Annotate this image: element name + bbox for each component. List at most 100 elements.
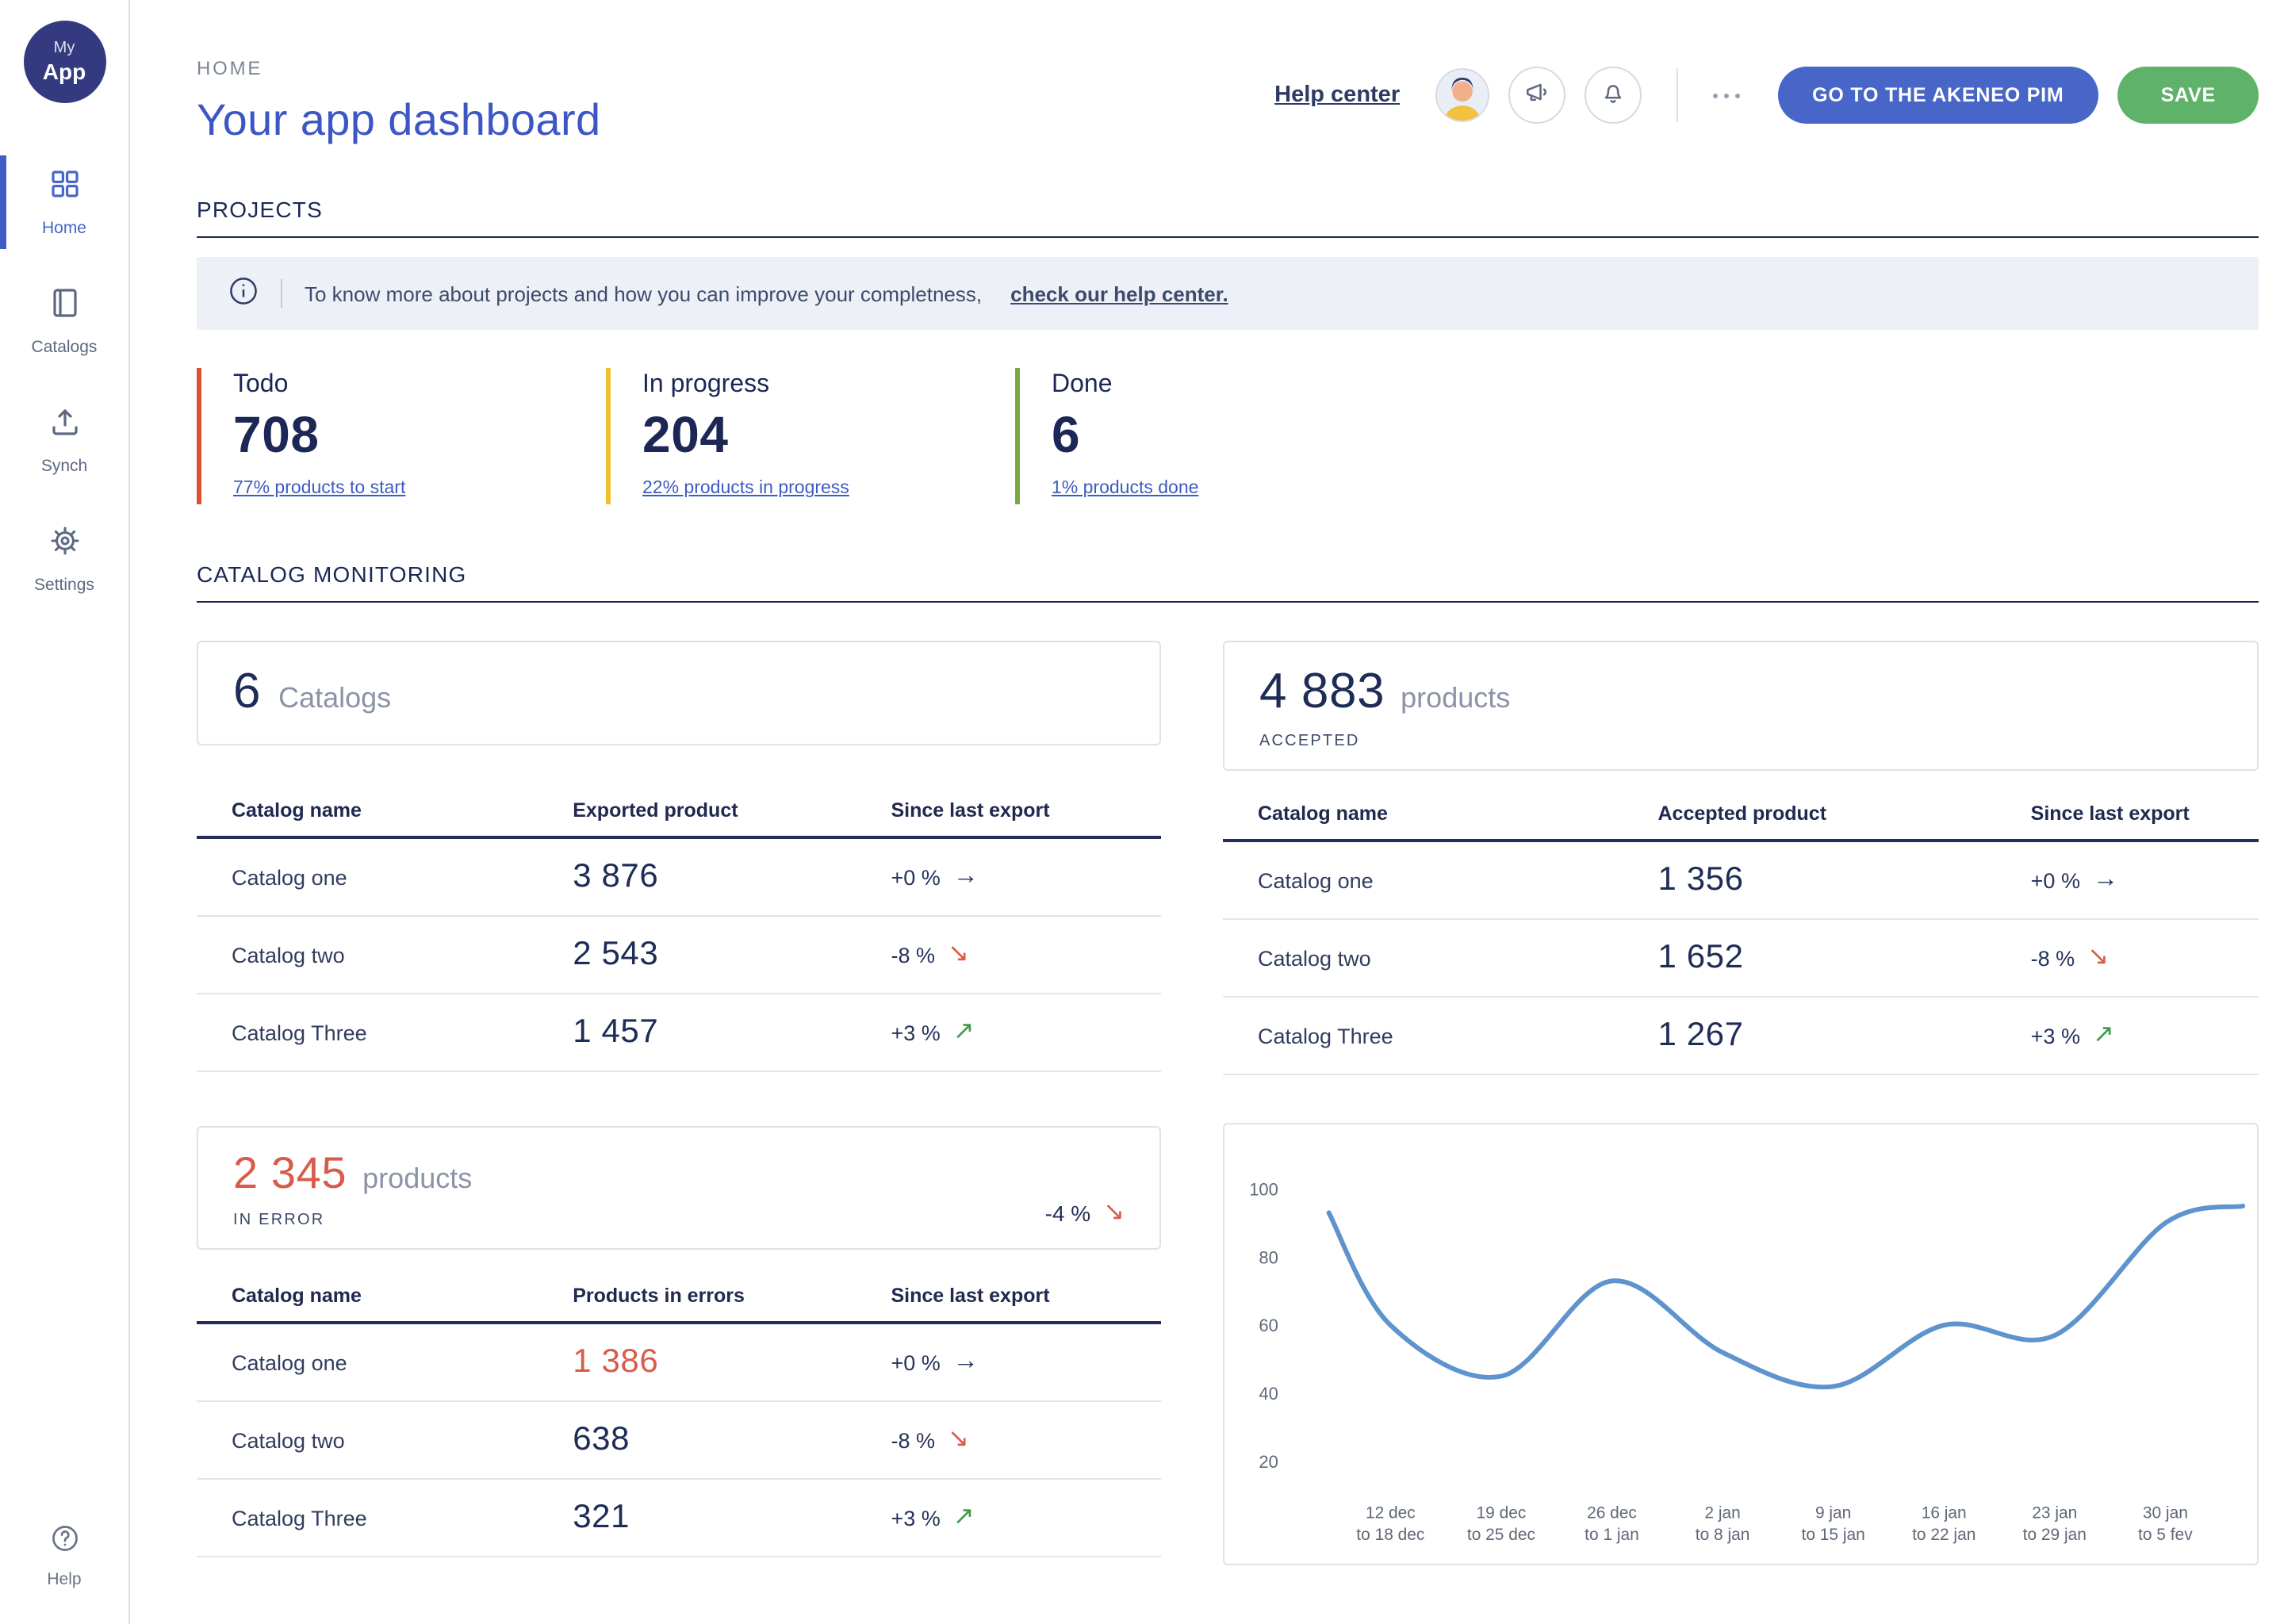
bell-icon (1598, 77, 1627, 113)
stat-value: 6 (1052, 406, 1424, 465)
announcements-button[interactable] (1508, 67, 1565, 124)
table-row: Catalog Three 321 +3 %↗ (197, 1480, 1161, 1557)
catalog-monitoring-section: CATALOG MONITORING 6 Catalogs Catalog na… (197, 561, 2259, 1565)
sidebar-item-synch[interactable]: Synch (0, 389, 128, 492)
trend-cell: -8 %↘ (891, 942, 1160, 967)
table-header-row: Catalog name Accepted product Since last… (1223, 790, 2259, 842)
product-count-cell: 3 876 (573, 858, 891, 896)
book-icon (47, 285, 82, 328)
error-products-card: 2 345 products IN ERROR -4 % ↘ (197, 1126, 1161, 1250)
exported-products-table: Catalog name Exported product Since last… (197, 787, 1161, 1072)
accepted-card-sublabel: ACCEPTED (1259, 733, 2222, 750)
accepted-products-table: Catalog name Accepted product Since last… (1223, 790, 2259, 1075)
catalog-name-cell: Catalog two (197, 1428, 573, 1452)
table-row: Catalog one 1 356 +0 %→ (1223, 842, 2259, 920)
save-button[interactable]: SAVE (2118, 67, 2259, 124)
products-chart-card: 2040608010012 decto 18 dec19 decto 25 de… (1223, 1123, 2259, 1565)
sidebar: My App Home Catalogs Synch (0, 0, 130, 1624)
sidebar-nav: Home Catalogs Synch Settings (0, 151, 128, 611)
trend-cell: +0 %→ (2031, 868, 2259, 893)
catalog-name-cell: Catalog one (197, 865, 573, 889)
product-count-cell: 1 356 (1658, 861, 2031, 899)
stat-value: 204 (642, 406, 1015, 465)
help-center-link[interactable]: Help center (1274, 82, 1400, 108)
stat-in-progress: In progress 204 22% products in progress (606, 368, 1015, 504)
sidebar-item-settings[interactable]: Settings (0, 508, 128, 611)
header-controls: Help center (1274, 67, 2259, 124)
breadcrumb: HOME (197, 57, 601, 79)
catalog-name-cell: Catalog one (197, 1350, 573, 1374)
banner-text: To know more about projects and how you … (305, 282, 982, 305)
stat-label: In progress (642, 371, 1015, 400)
monitoring-right-column: 4 883 products ACCEPTED Catalog name Acc… (1223, 641, 2259, 1565)
more-options-icon[interactable] (1712, 93, 1739, 98)
table-row: Catalog one 3 876 +0 %→ (197, 839, 1161, 917)
col-header-products-in-errors: Products in errors (573, 1285, 891, 1307)
trend-cell: -8 %↘ (891, 1427, 1160, 1453)
notifications-button[interactable] (1584, 67, 1641, 124)
trend-cell: +0 %→ (891, 864, 1160, 890)
go-to-pim-button[interactable]: GO TO THE AKENEO PIM (1777, 67, 2098, 124)
project-stats: Todo 708 77% products to start In progre… (197, 368, 2259, 504)
stat-link-todo[interactable]: 77% products to start (233, 479, 405, 498)
projects-section-title: PROJECTS (197, 197, 2259, 238)
avatar-illustration (1436, 70, 1487, 121)
error-count-value: 2 345 (233, 1148, 347, 1199)
catalog-monitoring-title: CATALOG MONITORING (197, 561, 2259, 603)
upload-icon (47, 404, 82, 447)
stat-link-done[interactable]: 1% products done (1052, 479, 1198, 498)
trend-arrow-icon: ↗ (953, 1020, 975, 1045)
catalog-name-cell: Catalog Three (1223, 1024, 1658, 1048)
catalogs-count-value: 6 (233, 663, 261, 720)
stat-label: Done (1052, 371, 1424, 400)
sidebar-item-home[interactable]: Home (0, 151, 128, 254)
table-header-row: Catalog name Products in errors Since la… (197, 1272, 1161, 1324)
trend-cell: +0 %→ (891, 1350, 1160, 1375)
svg-text:2 janto 8 jan: 2 janto 8 jan (1696, 1503, 1750, 1544)
sidebar-item-help[interactable]: Help (0, 1522, 128, 1589)
stat-link-in-progress[interactable]: 22% products in progress (642, 479, 849, 498)
product-count-cell: 2 543 (573, 936, 891, 974)
error-card-sublabel: IN ERROR (233, 1212, 1125, 1229)
catalog-name-cell: Catalog Three (197, 1506, 573, 1530)
main-content: HOME Your app dashboard Help center (130, 0, 2284, 1624)
catalog-name-cell: Catalog two (197, 943, 573, 967)
svg-text:19 decto 25 dec: 19 decto 25 dec (1467, 1503, 1535, 1544)
stat-label: Todo (233, 371, 606, 400)
col-header-exported-product: Exported product (573, 799, 891, 822)
svg-text:12 decto 18 dec: 12 decto 18 dec (1356, 1503, 1424, 1544)
app-logo-line2: App (43, 60, 86, 82)
table-row: Catalog Three 1 267 +3 %↗ (1223, 998, 2259, 1075)
svg-text:80: 80 (1259, 1247, 1278, 1267)
error-card-trend: -4 % ↘ (1045, 1201, 1125, 1226)
help-icon (48, 1522, 80, 1562)
banner-help-link[interactable]: check our help center. (1010, 282, 1228, 305)
catalogs-count-label: Catalogs (278, 682, 391, 715)
page-heading: HOME Your app dashboard (197, 57, 601, 146)
col-header-since-last-export: Since last export (891, 799, 1160, 822)
product-count-cell: 321 (573, 1499, 891, 1537)
sidebar-item-label: Home (42, 219, 86, 238)
header-divider (1676, 68, 1677, 122)
col-header-accepted-product: Accepted product (1658, 802, 2031, 825)
sidebar-item-label: Synch (41, 457, 87, 476)
table-row: Catalog two 2 543 -8 %↘ (197, 917, 1161, 994)
products-line-chart: 2040608010012 decto 18 dec19 decto 25 de… (1224, 1124, 2257, 1564)
sidebar-item-catalogs[interactable]: Catalogs (0, 270, 128, 373)
trend-cell: -8 %↘ (2031, 945, 2259, 971)
error-count-label: products (362, 1162, 472, 1196)
sidebar-item-label: Settings (34, 576, 94, 595)
projects-section: PROJECTS To know more about projects and… (197, 197, 2259, 504)
catalog-name-cell: Catalog two (1223, 946, 1658, 970)
trend-cell: +3 %↗ (891, 1505, 1160, 1530)
trend-cell: +3 %↗ (2031, 1023, 2259, 1048)
trend-arrow-icon: ↘ (948, 1427, 969, 1453)
col-header-catalog-name: Catalog name (197, 799, 573, 822)
app-logo[interactable]: My App (23, 21, 105, 103)
svg-text:60: 60 (1259, 1316, 1278, 1335)
trend-arrow-icon: ↘ (948, 942, 969, 967)
trend-arrow-icon: → (953, 1350, 979, 1375)
user-avatar[interactable] (1435, 68, 1489, 122)
sidebar-item-label: Catalogs (32, 338, 98, 357)
trend-arrow-icon: ↗ (953, 1505, 975, 1530)
